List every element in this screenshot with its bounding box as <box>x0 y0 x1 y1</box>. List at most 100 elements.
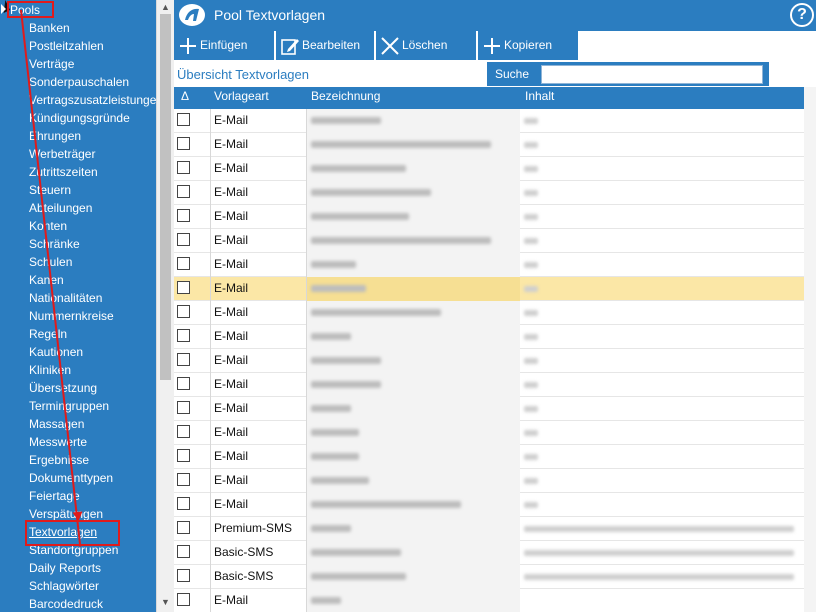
redacted-text <box>524 238 538 244</box>
row-checkbox[interactable] <box>177 233 190 246</box>
sidebar-item[interactable]: Nummernkreise <box>29 307 156 325</box>
table-row[interactable]: E-Mail <box>174 469 804 493</box>
row-checkbox[interactable] <box>177 305 190 318</box>
sidebar-item[interactable]: Barcodedruck <box>29 595 156 612</box>
table-row[interactable]: Basic-SMS <box>174 541 804 565</box>
sidebar-item[interactable]: Messwerte <box>29 433 156 451</box>
table-row[interactable]: E-Mail <box>174 493 804 517</box>
help-icon[interactable]: ? <box>790 3 814 27</box>
row-checkbox[interactable] <box>177 569 190 582</box>
row-checkbox[interactable] <box>177 545 190 558</box>
sidebar-item[interactable]: Zutrittszeiten <box>29 163 156 181</box>
sidebar-item[interactable]: Ergebnisse <box>29 451 156 469</box>
row-checkbox[interactable] <box>177 425 190 438</box>
table-row[interactable]: E-Mail <box>174 325 804 349</box>
page-title: Pool Textvorlagen <box>214 7 326 23</box>
redacted-text <box>311 525 351 532</box>
sidebar-item[interactable]: Steuern <box>29 181 156 199</box>
sidebar-item[interactable]: Termingruppen <box>29 397 156 415</box>
redacted-text <box>524 574 794 580</box>
sidebar-item[interactable]: Kliniken <box>29 361 156 379</box>
sidebar-item[interactable]: Abteilungen <box>29 199 156 217</box>
sort-column-header[interactable]: Δ <box>181 89 189 103</box>
row-checkbox[interactable] <box>177 401 190 414</box>
sidebar-item[interactable]: Werbeträger <box>29 145 156 163</box>
table-row[interactable]: E-Mail <box>174 253 804 277</box>
row-name-redacted <box>307 229 520 253</box>
add-button[interactable]: Einfügen <box>174 31 274 60</box>
row-checkbox[interactable] <box>177 449 190 462</box>
table-row[interactable]: E-Mail <box>174 373 804 397</box>
sidebar-item[interactable]: Sonderpauschalen <box>29 73 156 91</box>
row-content-redacted <box>520 205 804 229</box>
table-row[interactable]: E-Mail <box>174 133 804 157</box>
row-checkbox[interactable] <box>177 377 190 390</box>
edit-button[interactable]: Bearbeiten <box>276 31 374 60</box>
row-checkbox[interactable] <box>177 185 190 198</box>
sidebar-item[interactable]: Kanen <box>29 271 156 289</box>
sidebar-item[interactable]: Daily Reports <box>29 559 156 577</box>
table-row[interactable]: E-Mail <box>174 205 804 229</box>
row-checkbox[interactable] <box>177 257 190 270</box>
sidebar-item[interactable]: Nationalitäten <box>29 289 156 307</box>
redacted-text <box>524 214 538 220</box>
table-row[interactable]: E-Mail <box>174 181 804 205</box>
row-checkbox[interactable] <box>177 497 190 510</box>
row-checkbox[interactable] <box>177 161 190 174</box>
column-header-bezeichnung[interactable]: Bezeichnung <box>311 89 380 103</box>
delete-button[interactable]: Löschen <box>376 31 476 60</box>
row-name-redacted <box>307 133 520 157</box>
expand-arrow-icon[interactable] <box>1 4 6 14</box>
sidebar-scrollbar[interactable]: ▲ ▼ <box>156 0 174 612</box>
row-checkbox[interactable] <box>177 473 190 486</box>
redacted-text <box>524 430 538 436</box>
table-row[interactable]: Basic-SMS <box>174 565 804 589</box>
sidebar-item[interactable]: Ehrungen <box>29 127 156 145</box>
plus-icon <box>484 38 500 54</box>
column-header-vorlageart[interactable]: Vorlageart <box>214 89 269 103</box>
scroll-down-icon[interactable]: ▼ <box>161 597 170 607</box>
search-input[interactable] <box>541 65 763 84</box>
table-row[interactable]: E-Mail <box>174 157 804 181</box>
row-type: E-Mail <box>210 109 307 133</box>
column-header-inhalt[interactable]: Inhalt <box>525 89 554 103</box>
table-row[interactable]: E-Mail <box>174 421 804 445</box>
table-row[interactable]: Premium-SMS <box>174 517 804 541</box>
row-checkbox[interactable] <box>177 353 190 366</box>
table-row[interactable]: E-Mail <box>174 301 804 325</box>
row-checkbox[interactable] <box>177 521 190 534</box>
redacted-text <box>524 190 538 196</box>
table-row[interactable]: E-Mail <box>174 277 804 301</box>
row-checkbox[interactable] <box>177 281 190 294</box>
table-row[interactable]: E-Mail <box>174 229 804 253</box>
table-row[interactable]: E-Mail <box>174 109 804 133</box>
row-checkbox[interactable] <box>177 137 190 150</box>
sidebar-item[interactable]: Banken <box>29 19 156 37</box>
row-checkbox[interactable] <box>177 113 190 126</box>
sidebar-item[interactable]: Postleitzahlen <box>29 37 156 55</box>
sidebar-item[interactable]: Vertragszusatzleistungen <box>29 91 156 109</box>
sidebar-item[interactable]: Übersetzung <box>29 379 156 397</box>
sidebar-item[interactable]: Regeln <box>29 325 156 343</box>
row-type: E-Mail <box>210 421 307 445</box>
table-row[interactable]: E-Mail <box>174 397 804 421</box>
sidebar-scroll-thumb[interactable] <box>160 14 171 380</box>
sidebar-item[interactable]: Dokumenttypen <box>29 469 156 487</box>
row-checkbox[interactable] <box>177 209 190 222</box>
sidebar-item[interactable]: Kautionen <box>29 343 156 361</box>
table-row[interactable]: E-Mail <box>174 349 804 373</box>
sidebar-item[interactable]: Kündigungsgründe <box>29 109 156 127</box>
section-heading: Übersicht Textvorlagen <box>177 67 309 82</box>
table-row[interactable]: E-Mail <box>174 445 804 469</box>
sidebar-item[interactable]: Massagen <box>29 415 156 433</box>
table-row[interactable]: E-Mail <box>174 589 804 612</box>
row-checkbox[interactable] <box>177 593 190 606</box>
copy-button[interactable]: Kopieren <box>478 31 578 60</box>
sidebar-item[interactable]: Verträge <box>29 55 156 73</box>
grid-scrollbar[interactable] <box>804 87 816 612</box>
sidebar-item[interactable]: Feiertage <box>29 487 156 505</box>
scroll-up-icon[interactable]: ▲ <box>161 2 170 12</box>
sidebar-item[interactable]: Schlagwörter <box>29 577 156 595</box>
sidebar-item[interactable]: Konten <box>29 217 156 235</box>
row-checkbox[interactable] <box>177 329 190 342</box>
